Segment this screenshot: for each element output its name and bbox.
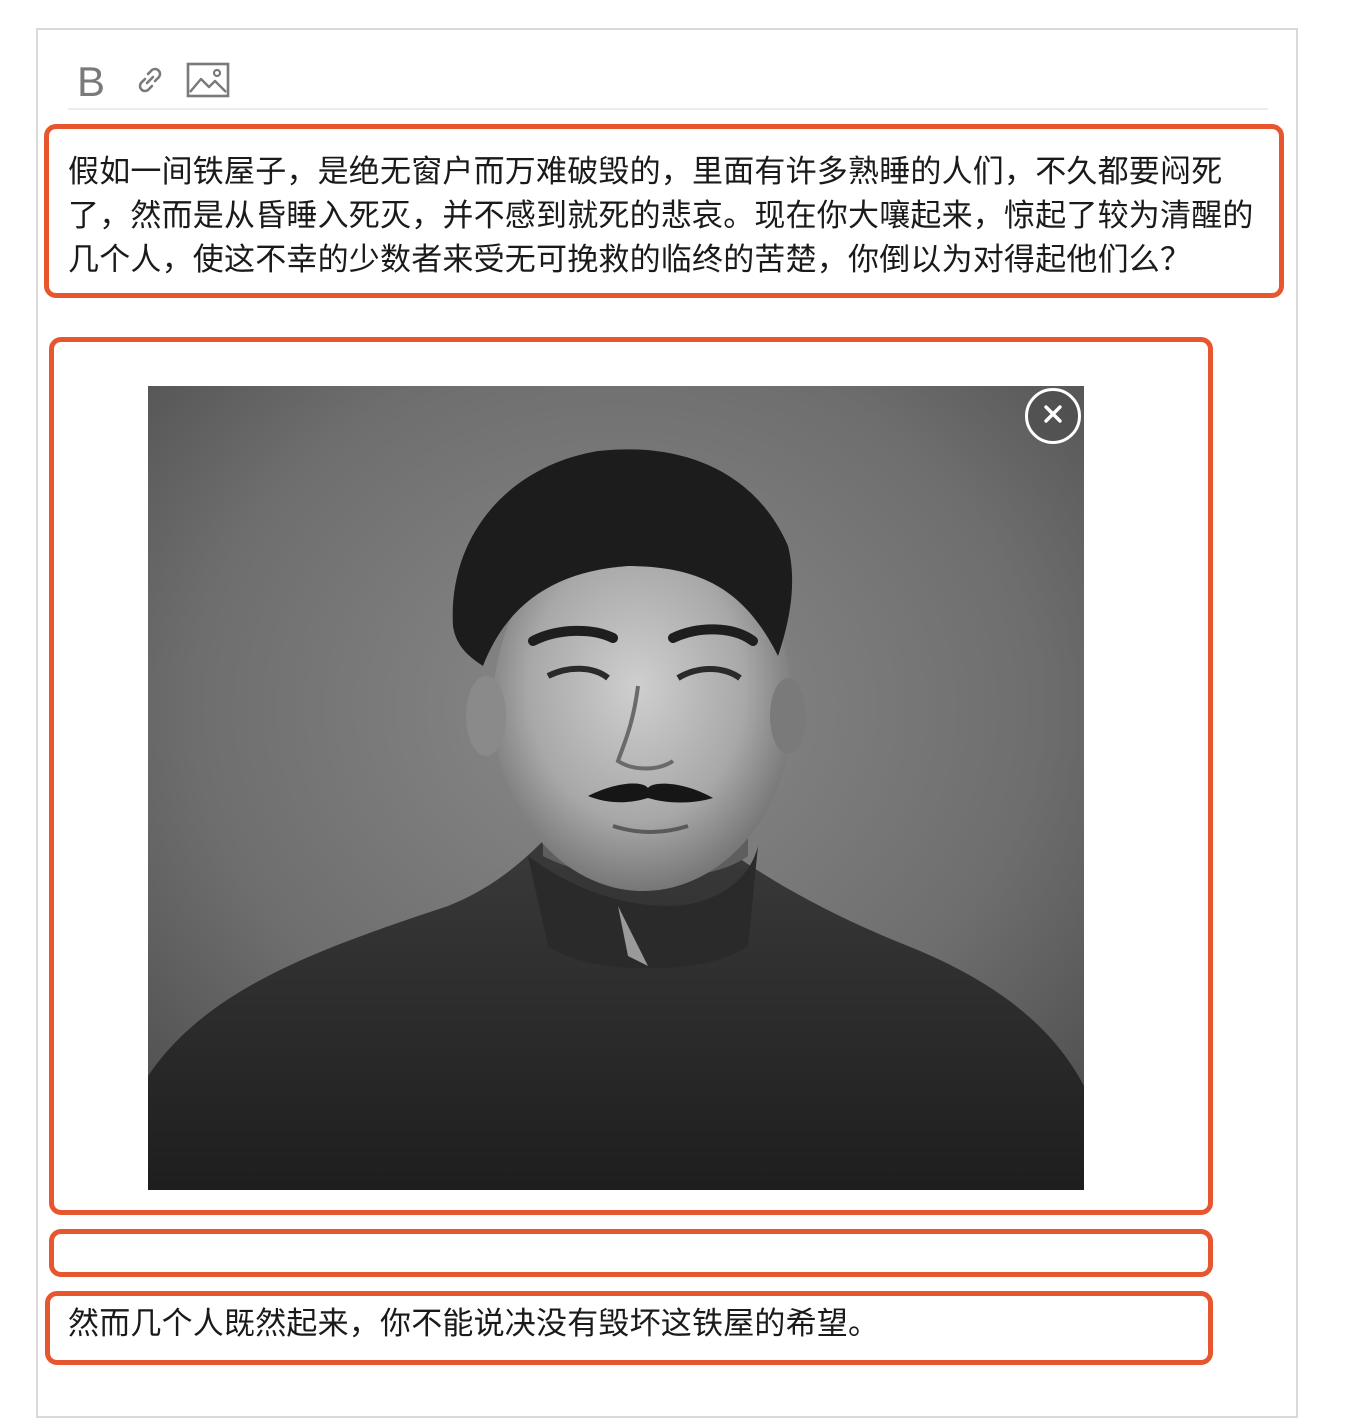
paragraph-1[interactable]: 假如一间铁屋子，是绝无窗户而万难破毁的，里面有许多熟睡的人们，不久都要闷死了，然… <box>68 150 1258 282</box>
paragraph-2[interactable]: 然而几个人既然起来，你不能说决没有毁坏这铁屋的希望。 <box>68 1302 1198 1346</box>
close-circle-icon <box>1039 400 1067 432</box>
image-icon <box>186 62 230 102</box>
bold-button[interactable]: B <box>74 58 108 105</box>
link-icon <box>133 63 167 101</box>
empty-block-selected[interactable] <box>49 1229 1213 1277</box>
insert-link-button[interactable] <box>130 62 170 102</box>
bold-icon: B <box>76 58 105 105</box>
portrait-image <box>148 386 1084 1190</box>
editor-toolbar: B <box>68 58 1268 110</box>
remove-image-button[interactable] <box>1025 388 1081 444</box>
insert-image-button[interactable] <box>184 62 232 102</box>
embedded-photo[interactable] <box>148 386 1084 1190</box>
